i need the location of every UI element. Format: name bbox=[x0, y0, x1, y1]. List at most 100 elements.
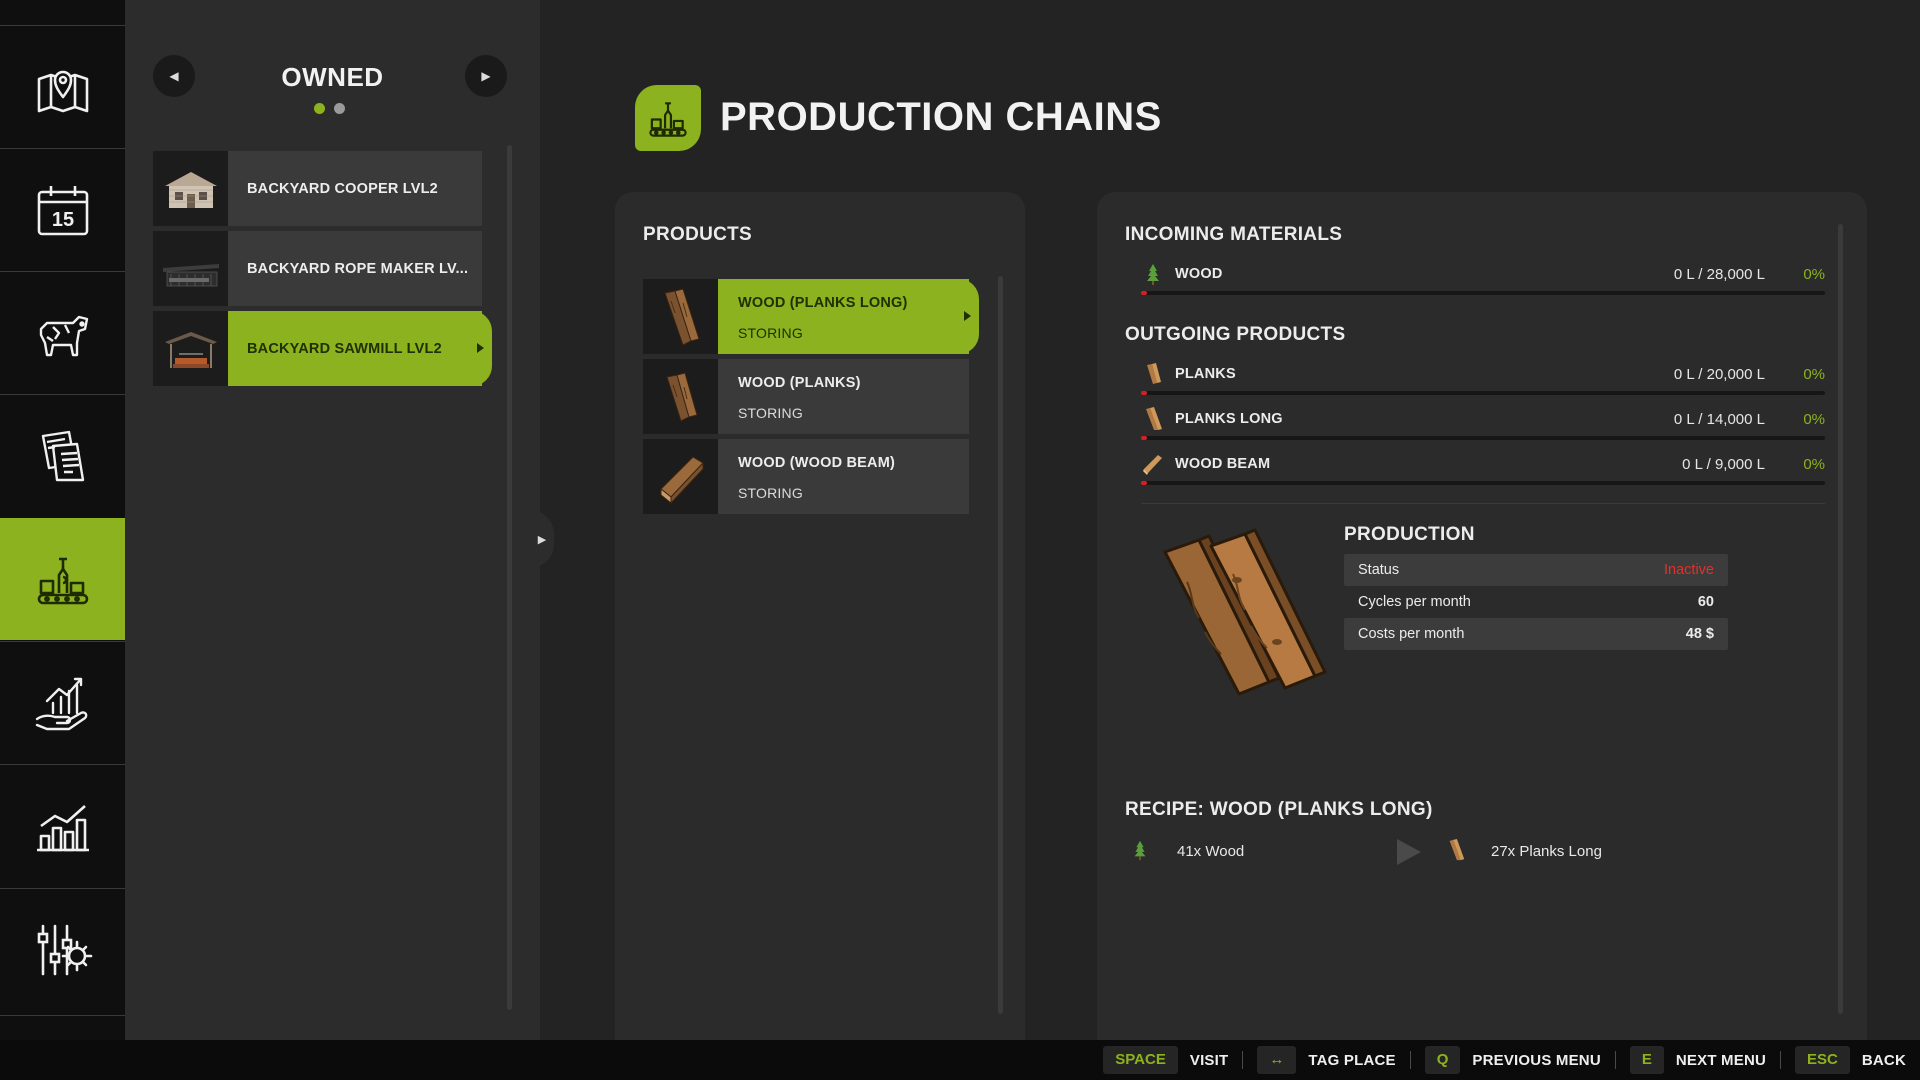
rail-item-contracts[interactable] bbox=[0, 394, 125, 516]
places-header: ◀ OWNED ▶ bbox=[125, 52, 540, 152]
planks-long-product-image bbox=[1163, 528, 1327, 696]
hint-separator bbox=[1409, 1051, 1411, 1069]
cow-icon bbox=[39, 315, 88, 356]
material-fill-bar bbox=[1141, 291, 1825, 295]
selected-arrow-icon bbox=[964, 311, 971, 321]
outgoing-products-heading: OUTGOING PRODUCTS bbox=[1125, 324, 1346, 345]
material-fill-bar bbox=[1141, 436, 1825, 440]
rail-item-statistics[interactable] bbox=[0, 764, 125, 886]
hint-label: PREVIOUS MENU bbox=[1472, 1051, 1601, 1069]
place-thumbnail bbox=[153, 311, 228, 386]
workshop-image-icon bbox=[162, 263, 219, 286]
input-hint-bar: SPACE VISIT ↔ TAG PLACE Q PREVIOUS MENU … bbox=[0, 1040, 1920, 1080]
products-scrollbar[interactable] bbox=[998, 276, 1003, 1014]
documents-icon bbox=[41, 430, 84, 481]
product-thumbnail bbox=[643, 359, 718, 434]
collapse-panel-button[interactable]: ▶ bbox=[530, 510, 554, 568]
product-item-wood-beam[interactable]: WOOD (WOOD BEAM) STORING bbox=[643, 439, 969, 514]
outgoing-item-wood-beam: WOOD BEAM 0 L / 9,000 L 0% bbox=[1125, 452, 1825, 492]
hint-next-menu[interactable]: E NEXT MENU bbox=[1629, 1046, 1766, 1074]
hint-back[interactable]: ESC BACK bbox=[1795, 1046, 1906, 1074]
place-item-backyard-rope-maker[interactable]: BACKYARD ROPE MAKER LV... bbox=[153, 231, 482, 306]
material-name: WOOD bbox=[1175, 266, 1223, 282]
rail-item-animals[interactable] bbox=[0, 271, 125, 393]
material-name: PLANKS bbox=[1175, 366, 1236, 382]
place-item-backyard-sawmill[interactable]: BACKYARD SAWMILL LVL2 bbox=[153, 311, 492, 386]
products-panel: PRODUCTS WOOD (PLANKS LONG) STORING WOOD… bbox=[615, 192, 1025, 1040]
product-item-wood-planks-long[interactable]: WOOD (PLANKS LONG) STORING bbox=[643, 279, 979, 354]
tree-icon bbox=[1147, 264, 1159, 285]
page-dot-1[interactable] bbox=[314, 103, 325, 114]
hint-previous-menu[interactable]: Q PREVIOUS MENU bbox=[1424, 1046, 1601, 1074]
wood-beam-icon bbox=[660, 455, 704, 504]
costs-label: Costs per month bbox=[1358, 626, 1465, 642]
material-percent: 0% bbox=[1803, 266, 1825, 283]
material-fill-bar bbox=[1141, 481, 1825, 485]
hint-label: TAG PLACE bbox=[1308, 1051, 1396, 1069]
status-label: Status bbox=[1358, 562, 1400, 578]
costs-value: 48 $ bbox=[1685, 626, 1714, 642]
material-fill bbox=[1141, 291, 1148, 295]
recipe-heading: RECIPE: WOOD (PLANKS LONG) bbox=[1125, 799, 1433, 820]
key-esc: ESC bbox=[1795, 1046, 1850, 1074]
product-name: WOOD (PLANKS LONG) bbox=[738, 295, 908, 311]
rail-item-map[interactable] bbox=[0, 25, 125, 147]
material-fill bbox=[1141, 391, 1148, 395]
selected-arrow-icon bbox=[477, 343, 484, 353]
key-e: E bbox=[1629, 1046, 1664, 1074]
tree-icon bbox=[1134, 840, 1146, 861]
rail-item-settings[interactable] bbox=[0, 888, 125, 1010]
production-details-panel: INCOMING MATERIALS WOOD 0 L / 28,000 L 0… bbox=[1097, 192, 1867, 1040]
play-arrow-icon bbox=[1397, 839, 1421, 865]
products-heading: PRODUCTS bbox=[643, 224, 753, 245]
rail-item-production[interactable] bbox=[0, 518, 134, 640]
hint-tag-place[interactable]: ↔ TAG PLACE bbox=[1257, 1046, 1396, 1074]
material-name: PLANKS LONG bbox=[1175, 411, 1283, 427]
place-thumbnail bbox=[153, 231, 228, 306]
rail-item-calendar[interactable]: 15 bbox=[0, 148, 125, 270]
places-scrollbar[interactable] bbox=[507, 145, 512, 1010]
costs-row: Costs per month 48 $ bbox=[1344, 618, 1728, 650]
planks-long-icon bbox=[664, 287, 700, 346]
arrow-right-icon: ▶ bbox=[481, 69, 491, 83]
details-scrollbar[interactable] bbox=[1838, 224, 1843, 1014]
incoming-item-wood: WOOD 0 L / 28,000 L 0% bbox=[1125, 262, 1825, 302]
map-pin-icon bbox=[37, 70, 88, 112]
wood-beam-icon bbox=[1143, 455, 1162, 475]
cycles-label: Cycles per month bbox=[1358, 594, 1471, 610]
hint-visit[interactable]: SPACE VISIT bbox=[1103, 1046, 1228, 1074]
page-indicator bbox=[314, 103, 345, 114]
cabin-image-icon bbox=[164, 171, 217, 208]
product-status: STORING bbox=[738, 485, 803, 501]
status-row: Status Inactive bbox=[1344, 554, 1728, 586]
recipe-input: 41x Wood bbox=[1177, 843, 1245, 860]
material-amount: 0 L / 28,000 L bbox=[1673, 266, 1765, 283]
material-amount: 0 L / 9,000 L bbox=[1682, 456, 1765, 473]
place-item-backyard-cooper[interactable]: BACKYARD COOPER LVL2 bbox=[153, 151, 482, 226]
cycles-row: Cycles per month 60 bbox=[1344, 586, 1728, 618]
rail-item-finances[interactable] bbox=[0, 641, 125, 763]
planks-icon bbox=[1147, 363, 1161, 384]
status-value: Inactive bbox=[1664, 562, 1714, 578]
product-name: WOOD (PLANKS) bbox=[738, 375, 861, 391]
factory-icon bbox=[37, 557, 88, 605]
rail-bottom-divider bbox=[0, 1015, 125, 1016]
material-percent: 0% bbox=[1803, 366, 1825, 383]
hint-label: VISIT bbox=[1189, 1051, 1229, 1069]
production-heading: PRODUCTION bbox=[1344, 524, 1475, 545]
key-space: SPACE bbox=[1103, 1046, 1178, 1074]
planks-long-icon bbox=[1449, 839, 1465, 861]
recipe-row: 41x Wood 27x Planks Long bbox=[1125, 837, 1725, 867]
hint-label: BACK bbox=[1861, 1051, 1906, 1069]
key-tag-arrows: ↔ bbox=[1257, 1046, 1297, 1074]
page-dot-2[interactable] bbox=[334, 103, 345, 114]
place-item-label: BACKYARD SAWMILL LVL2 bbox=[247, 340, 442, 357]
next-page-button[interactable]: ▶ bbox=[465, 55, 507, 97]
product-item-wood-planks[interactable]: WOOD (PLANKS) STORING bbox=[643, 359, 969, 434]
material-name: WOOD BEAM bbox=[1175, 456, 1271, 472]
main-menu-rail: 15 bbox=[0, 0, 134, 1040]
planks-long-icon bbox=[1146, 407, 1162, 430]
product-status: STORING bbox=[738, 325, 803, 341]
page-title: PRODUCTION CHAINS bbox=[720, 95, 1162, 139]
section-divider bbox=[1141, 503, 1825, 504]
